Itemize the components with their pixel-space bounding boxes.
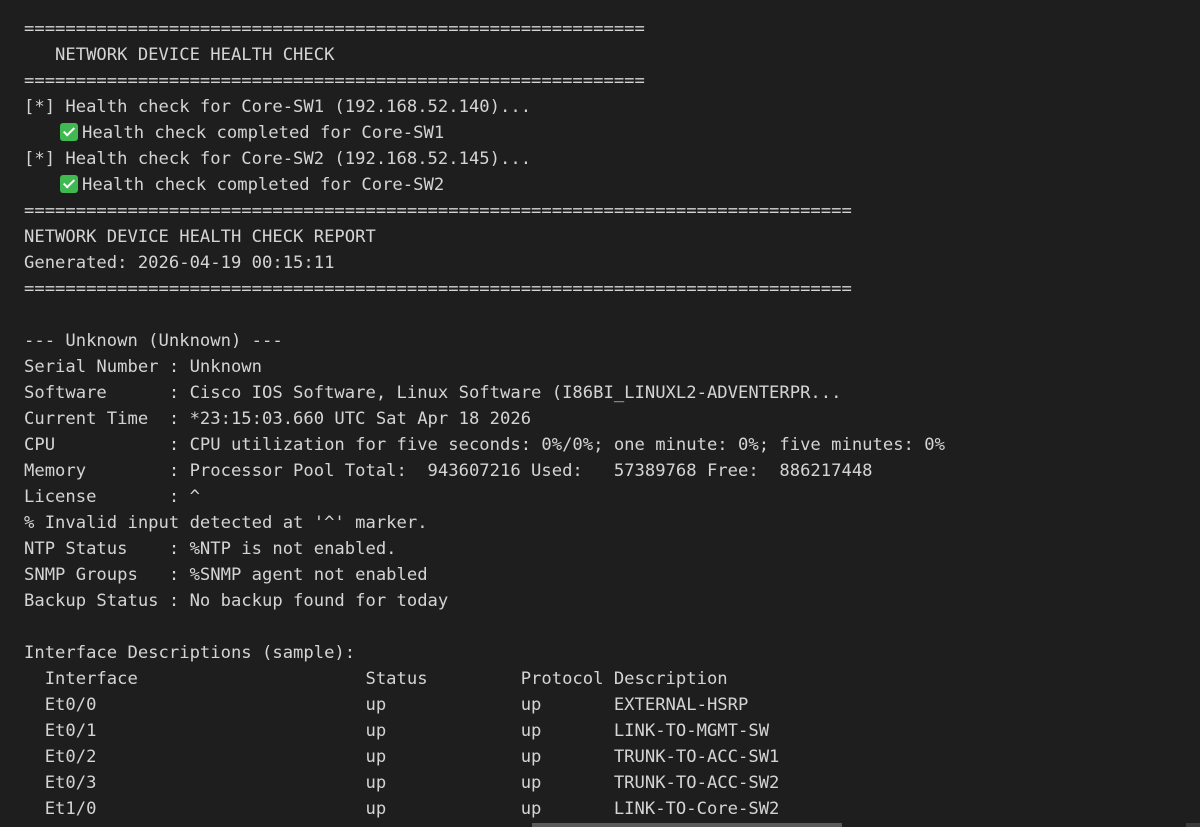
completed-line-core-sw1: Health check completed for Core-SW1 [24, 120, 1200, 146]
health-check-line-core-sw2: [*] Health check for Core-SW2 (192.168.5… [24, 149, 532, 169]
generated-timestamp: Generated: 2026-04-19 00:15:11 [24, 253, 335, 273]
serial-number-line: Serial Number : Unknown [24, 357, 262, 377]
cpu-line: CPU : CPU utilization for five seconds: … [24, 435, 945, 455]
interface-table-row: Et0/3 up up TRUNK-TO-ACC-SW2 [24, 773, 780, 793]
scrollbar-thumb[interactable] [532, 823, 842, 827]
device-header: --- Unknown (Unknown) --- [24, 331, 283, 351]
health-check-line-core-sw1: [*] Health check for Core-SW1 (192.168.5… [24, 97, 532, 117]
interface-table-row: Et0/0 up up EXTERNAL-HSRP [24, 695, 749, 715]
separator-line: ========================================… [24, 279, 852, 299]
completed-text: Health check completed for Core-SW2 [82, 175, 445, 195]
snmp-groups-line: SNMP Groups : %SNMP agent not enabled [24, 565, 428, 585]
scrollbar-corner [1186, 823, 1200, 827]
interface-table-row: Et1/0 up up LINK-TO-Core-SW2 [24, 799, 780, 819]
check-mark-icon [60, 175, 78, 193]
interface-table-header: Interface Status Protocol Description [24, 669, 728, 689]
separator-line: ========================================… [24, 19, 645, 39]
interface-table-row: Et0/1 up up LINK-TO-MGMT-SW [24, 721, 770, 741]
completed-line-core-sw2: Health check completed for Core-SW2 [24, 172, 1200, 198]
interface-section-title: Interface Descriptions (sample): [24, 643, 356, 663]
terminal-output[interactable]: ========================================… [0, 0, 1200, 827]
completed-text: Health check completed for Core-SW1 [82, 123, 445, 143]
software-line: Software : Cisco IOS Software, Linux Sof… [24, 383, 842, 403]
banner-title: NETWORK DEVICE HEALTH CHECK [24, 45, 335, 65]
separator-line: ========================================… [24, 201, 852, 221]
check-mark-icon [60, 123, 78, 141]
current-time-line: Current Time : *23:15:03.660 UTC Sat Apr… [24, 409, 532, 429]
report-title: NETWORK DEVICE HEALTH CHECK REPORT [24, 227, 376, 247]
horizontal-scrollbar[interactable] [0, 823, 1200, 827]
invalid-input-line: % Invalid input detected at '^' marker. [24, 513, 428, 533]
memory-line: Memory : Processor Pool Total: 943607216… [24, 461, 873, 481]
license-line: License : ^ [24, 487, 200, 507]
ntp-status-line: NTP Status : %NTP is not enabled. [24, 539, 397, 559]
separator-line: ========================================… [24, 71, 645, 91]
backup-status-line: Backup Status : No backup found for toda… [24, 591, 449, 611]
interface-table-row: Et0/2 up up TRUNK-TO-ACC-SW1 [24, 747, 780, 767]
